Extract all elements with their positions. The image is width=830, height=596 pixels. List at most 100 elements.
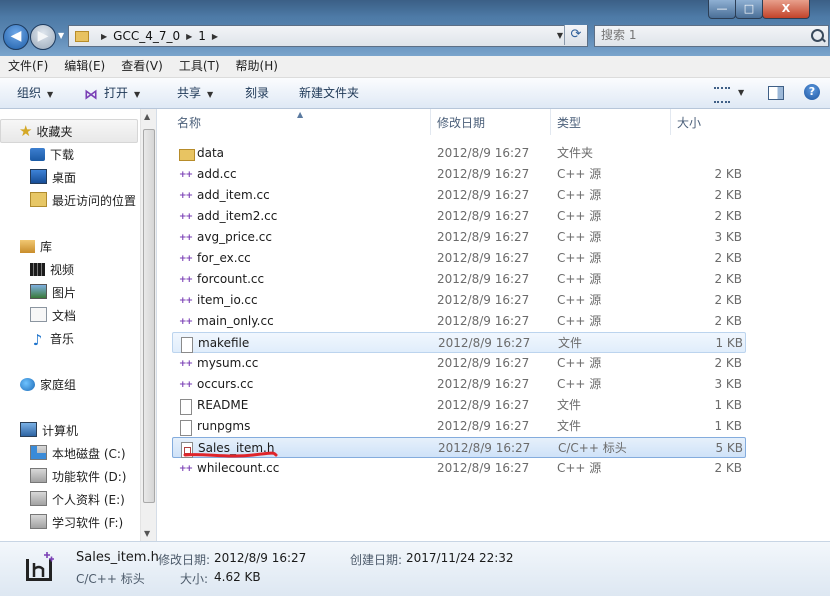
file-modified: 2012/8/9 16:27	[437, 314, 530, 328]
nav-scrollbar[interactable]: ▲ ▼	[140, 109, 156, 541]
address-bar[interactable]: ▶ GCC_4_7_0 ▶ 1 ▶ ▼	[68, 25, 588, 47]
file-row[interactable]: ++ add_item.cc 2012/8/9 16:27 C++ 源 2 KB	[172, 185, 746, 206]
drive-icon	[30, 514, 47, 529]
nav-videos[interactable]: 视频	[30, 261, 74, 278]
drive-icon	[30, 491, 47, 506]
chevron-down-icon: ▼	[134, 90, 141, 99]
search-box[interactable]	[594, 25, 829, 47]
scrollbar-thumb[interactable]	[143, 129, 155, 503]
nav-documents[interactable]: 文档	[30, 307, 76, 324]
nav-pictures[interactable]: 图片	[30, 284, 76, 301]
refresh-icon[interactable]: ⟳	[564, 25, 587, 45]
nav-drive-c[interactable]: 本地磁盘 (C:)	[30, 445, 126, 462]
chevron-right-icon[interactable]: ▶	[212, 32, 218, 41]
size-value: 4.62 KB	[214, 570, 261, 584]
file-modified: 2012/8/9 16:27	[437, 377, 530, 391]
file-row[interactable]: makefile 2012/8/9 16:27 文件 1 KB	[172, 332, 746, 353]
file-modified: 2012/8/9 16:27	[437, 293, 530, 307]
menu-edit[interactable]: 编辑(E)	[56, 56, 113, 77]
column-header-size[interactable]: 大小	[671, 109, 749, 135]
nav-desktop[interactable]: 桌面	[30, 169, 76, 186]
file-row[interactable]: ++ mysum.cc 2012/8/9 16:27 C++ 源 2 KB	[172, 353, 746, 374]
nav-computer[interactable]: 计算机	[20, 422, 78, 439]
file-name: runpgms	[197, 419, 251, 433]
nav-downloads[interactable]: 下载	[30, 146, 74, 163]
chevron-right-icon[interactable]: ▶	[186, 32, 192, 41]
file-row[interactable]: ++ forcount.cc 2012/8/9 16:27 C++ 源 2 KB	[172, 269, 746, 290]
recent-pages-dropdown[interactable]: ▼	[58, 31, 64, 40]
file-row[interactable]: ++ whilecount.cc 2012/8/9 16:27 C++ 源 2 KB	[172, 458, 746, 479]
share-button[interactable]: 共享 ▼	[177, 78, 213, 110]
new-folder-button[interactable]: 新建文件夹	[299, 78, 359, 108]
file-type: 文件	[558, 336, 583, 350]
burn-button[interactable]: 刻录	[245, 78, 269, 108]
column-header-type[interactable]: 类型	[551, 109, 671, 135]
nav-libraries[interactable]: 库	[20, 238, 52, 255]
maximize-button[interactable]: □	[735, 0, 763, 19]
search-icon[interactable]	[811, 29, 824, 42]
menu-view[interactable]: 查看(V)	[113, 56, 171, 77]
file-row[interactable]: runpgms 2012/8/9 16:27 文件 1 KB	[172, 416, 746, 437]
cpp-file-icon: ++	[179, 233, 193, 243]
file-size: 2 KB	[714, 209, 742, 223]
menu-file[interactable]: 文件(F)	[0, 56, 56, 77]
view-options-icon[interactable]	[714, 87, 730, 103]
star-icon: ★	[19, 122, 33, 140]
breadcrumb-item[interactable]: GCC_4_7_0	[113, 29, 180, 43]
file-modified: 2012/8/9 16:27	[437, 398, 530, 412]
file-row[interactable]: data 2012/8/9 16:27 文件夹	[172, 143, 746, 164]
nav-label: 计算机	[42, 424, 79, 438]
file-type: C++ 源	[557, 314, 602, 328]
file-type: 文件	[557, 398, 582, 412]
nav-drive-f[interactable]: 学习软件 (F:)	[30, 514, 123, 531]
recent-places-icon	[30, 192, 47, 207]
file-row[interactable]: ++ main_only.cc 2012/8/9 16:27 C++ 源 2 KB	[172, 311, 746, 332]
plain-file-icon	[180, 420, 192, 436]
chevron-right-icon[interactable]: ▶	[101, 32, 107, 41]
forward-button[interactable]: ▶	[30, 24, 56, 50]
cpp-file-icon: ++	[179, 317, 193, 327]
close-button[interactable]: X	[762, 0, 810, 19]
nav-label: 图片	[52, 286, 77, 300]
nav-favorites[interactable]: ★ 收藏夹	[0, 119, 138, 143]
open-button[interactable]: ⋈ 打开 ▼	[84, 78, 140, 110]
breadcrumb-item[interactable]: 1	[198, 29, 206, 43]
scroll-up-icon[interactable]: ▲	[144, 112, 150, 121]
address-history-dropdown[interactable]: ▼	[557, 26, 563, 46]
minimize-button[interactable]: —	[708, 0, 736, 19]
scroll-down-icon[interactable]: ▼	[144, 529, 150, 538]
nav-label: 音乐	[50, 332, 75, 346]
chevron-down-icon[interactable]: ▼	[738, 78, 744, 108]
menu-help[interactable]: 帮助(H)	[228, 56, 286, 77]
file-row[interactable]: ++ occurs.cc 2012/8/9 16:27 C++ 源 3 KB	[172, 374, 746, 395]
nav-drive-e[interactable]: 个人资料 (E:)	[30, 491, 125, 508]
back-button[interactable]: ◀	[3, 24, 29, 50]
file-row[interactable]: ++ avg_price.cc 2012/8/9 16:27 C++ 源 3 KB	[172, 227, 746, 248]
file-row[interactable]: ++ add.cc 2012/8/9 16:27 C++ 源 2 KB	[172, 164, 746, 185]
help-icon[interactable]: ?	[804, 84, 820, 100]
file-size: 3 KB	[714, 230, 742, 244]
modified-label: 修改日期:	[158, 553, 211, 567]
file-type: C++ 源	[557, 461, 602, 475]
file-row[interactable]: README 2012/8/9 16:27 文件 1 KB	[172, 395, 746, 416]
file-row[interactable]: ++ for_ex.cc 2012/8/9 16:27 C++ 源 2 KB	[172, 248, 746, 269]
nav-drive-d[interactable]: 功能软件 (D:)	[30, 468, 126, 485]
red-underline-annotation	[183, 451, 278, 458]
column-header-modified[interactable]: 修改日期	[431, 109, 551, 135]
desktop-icon	[30, 169, 47, 184]
organize-button[interactable]: 组织 ▼	[17, 78, 53, 110]
file-row[interactable]: ++ item_io.cc 2012/8/9 16:27 C++ 源 2 KB	[172, 290, 746, 311]
menu-tools[interactable]: 工具(T)	[171, 56, 228, 77]
cpp-file-icon: ++	[179, 464, 193, 474]
preview-pane-icon[interactable]	[768, 86, 784, 100]
nav-label: 家庭组	[40, 378, 77, 392]
column-header-name[interactable]: 名称	[171, 109, 431, 135]
search-input[interactable]	[601, 28, 801, 42]
size-label: 大小:	[180, 572, 209, 586]
nav-homegroup[interactable]: 家庭组	[20, 376, 76, 393]
file-row[interactable]: ++ add_item2.cc 2012/8/9 16:27 C++ 源 2 KB	[172, 206, 746, 227]
nav-recent[interactable]: 最近访问的位置	[30, 192, 136, 209]
file-name: README	[197, 398, 249, 412]
file-modified: 2012/8/9 16:27	[437, 461, 530, 475]
nav-music[interactable]: ♪ 音乐	[30, 330, 75, 348]
